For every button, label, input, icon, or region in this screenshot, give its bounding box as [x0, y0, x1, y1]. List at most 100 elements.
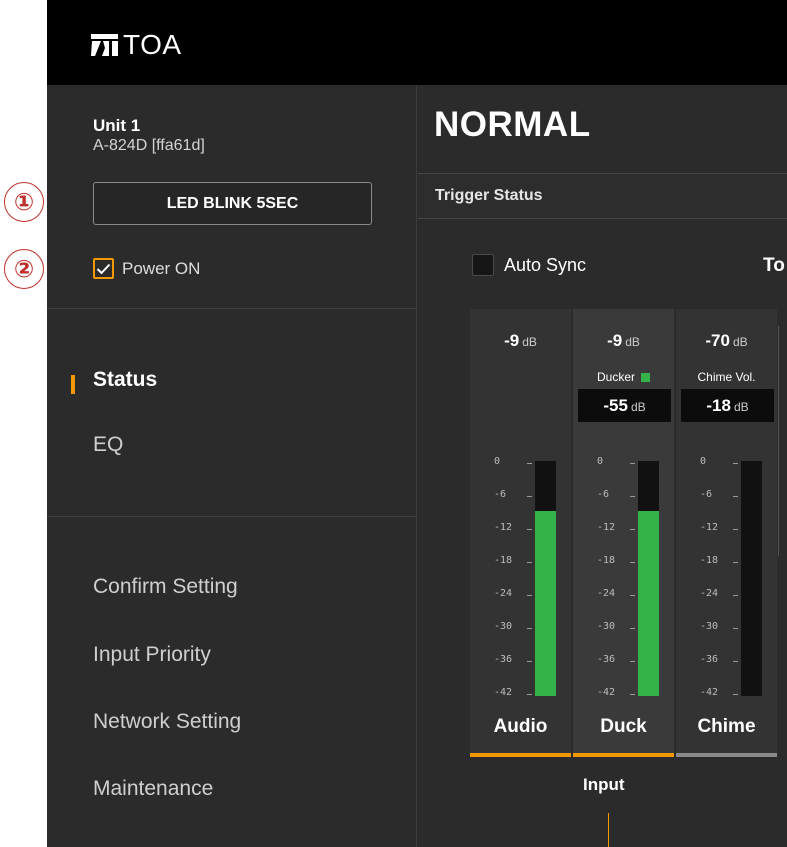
channel-level: -9 dB [470, 331, 571, 351]
meter-scale-tick [733, 694, 738, 695]
signal-line [608, 813, 609, 847]
channel-underline [676, 753, 777, 757]
channel-strip-chime: -70 dB Chime Vol. -18 dB 0 -6 -12 -18 -24 -30 -36 -4… [676, 309, 777, 757]
panel-divider [778, 326, 779, 556]
meter-scale-tick [733, 529, 738, 530]
unit-model: A-824D [ffa61d] [93, 137, 205, 154]
truncated-heading: To [763, 255, 785, 276]
meter-scale-label: -12 [494, 522, 513, 533]
meter-scale-tick [630, 661, 635, 662]
level-meter-fill [535, 511, 556, 696]
meter-scale-label: -30 [700, 621, 719, 632]
meter-scale-label: -18 [494, 555, 513, 566]
meter-scale-tick [733, 595, 738, 596]
meter-scale-label: 0 [597, 456, 604, 467]
channel-level: -70 dB [676, 331, 777, 351]
nav-item-maintenance[interactable]: Maintenance [93, 777, 213, 801]
nav-item-network-setting[interactable]: Network Setting [93, 710, 241, 734]
channel-strip-audio: -9 dB 0 -6 -12 -18 -24 -30 -36 -42 Audio [470, 309, 571, 757]
meter-scale-label: -18 [597, 555, 616, 566]
channel-sub-value[interactable]: -55 dB [578, 389, 671, 422]
meter-scale-label: -42 [494, 687, 513, 698]
meter-scale-label: -12 [700, 522, 719, 533]
unit-title: Unit 1 [93, 116, 141, 135]
channel-sub-label-text: Chime Vol. [697, 370, 756, 384]
meter-scale-label: -24 [597, 588, 616, 599]
meter-scale-label: -18 [700, 555, 719, 566]
channel-sub-value-number: -18 [706, 396, 731, 415]
meter-scale-tick [733, 496, 738, 497]
meter-scale-tick [630, 496, 635, 497]
sidebar-divider [47, 516, 417, 517]
nav-item-input-priority[interactable]: Input Priority [93, 643, 211, 667]
callout-2: ② [4, 249, 44, 289]
channel-level-unit: dB [732, 335, 748, 349]
auto-sync-checkbox[interactable]: Auto Sync [472, 254, 586, 276]
channel-name: Chime [697, 716, 756, 737]
level-meter [638, 461, 659, 696]
top-bar: TOA [47, 0, 787, 85]
meter-scale-tick [527, 496, 532, 497]
trigger-status-bar: Trigger Status [418, 173, 787, 219]
meter-scale-label: -36 [700, 654, 719, 665]
meter-scale-label: -42 [700, 687, 719, 698]
channel-sub-value-unit: dB [630, 400, 646, 414]
channel-name: Duck [600, 716, 647, 737]
meter-scale-tick [630, 595, 635, 596]
channel-sub-label: Chime Vol. [676, 370, 777, 384]
sidebar: Unit 1 A-824D [ffa61d] LED BLINK 5SEC Po… [47, 85, 417, 847]
checkbox-checked-icon[interactable] [93, 258, 114, 279]
meter-scale-label: 0 [700, 456, 707, 467]
power-on-label: Power ON [122, 258, 201, 278]
channel-sub-label-text: Ducker [596, 370, 635, 384]
meter-scale-label: -12 [597, 522, 616, 533]
callout-1: ① [4, 182, 44, 222]
mode-title: NORMAL [434, 105, 591, 144]
meter-scale-label: -30 [597, 621, 616, 632]
nav-item-confirm-setting[interactable]: Confirm Setting [93, 575, 238, 599]
meter-scale-tick [527, 562, 532, 563]
checkbox-unchecked-icon[interactable] [472, 254, 494, 276]
meter-scale-tick [527, 463, 532, 464]
meter-scale-tick [733, 562, 738, 563]
active-nav-indicator [71, 375, 75, 394]
meter-scale-tick [630, 529, 635, 530]
led-blink-button[interactable]: LED BLINK 5SEC [93, 182, 372, 225]
meter-scale-tick [630, 463, 635, 464]
meter-scale-label: -6 [597, 489, 610, 500]
trigger-status-label: Trigger Status [435, 187, 543, 204]
channel-level-value: -9 [504, 331, 520, 350]
channel-sub-value[interactable]: -18 dB [681, 389, 774, 422]
meter-scale-tick [527, 529, 532, 530]
meter-scale-label: -36 [597, 654, 616, 665]
annotation-gutter: ① ② [0, 0, 47, 847]
power-on-checkbox[interactable]: Power ON [93, 258, 200, 279]
sidebar-divider [47, 308, 417, 309]
level-meter [741, 461, 762, 696]
nav-item-status[interactable]: Status [93, 368, 157, 392]
level-meter-fill [638, 511, 659, 696]
channel-level-unit: dB [625, 335, 640, 349]
channel-underline [573, 753, 674, 757]
meter-scale-tick [733, 628, 738, 629]
meter-scale-label: -30 [494, 621, 513, 632]
channel-level-unit: dB [522, 335, 537, 349]
app-window: TOA Unit 1 A-824D [ffa61d] LED BLINK 5SE… [47, 0, 787, 847]
meter-scale-tick [630, 694, 635, 695]
level-meter [535, 461, 556, 696]
channel-sub-value-unit: dB [733, 400, 749, 414]
channel-level: -9 dB [573, 331, 674, 351]
channel-underline [470, 753, 571, 757]
channel-strip-duck: -9 dB Ducker -55 dB 0 -6 -12 -18 -24 -30 -36 -42 Duck [573, 309, 674, 757]
meter-scale-tick [630, 628, 635, 629]
ducker-active-indicator [641, 373, 650, 383]
meter-scale-label: -6 [494, 489, 507, 500]
channel-sub-value-number: -55 [603, 396, 628, 415]
nav-item-eq[interactable]: EQ [93, 433, 123, 457]
input-group-label: Input [583, 775, 625, 794]
meter-scale-label: -24 [700, 588, 719, 599]
meter-scale-tick [527, 628, 532, 629]
channel-level-value: -9 [607, 331, 623, 350]
toa-logo[interactable]: TOA [91, 29, 182, 61]
channel-level-value: -70 [705, 331, 730, 350]
